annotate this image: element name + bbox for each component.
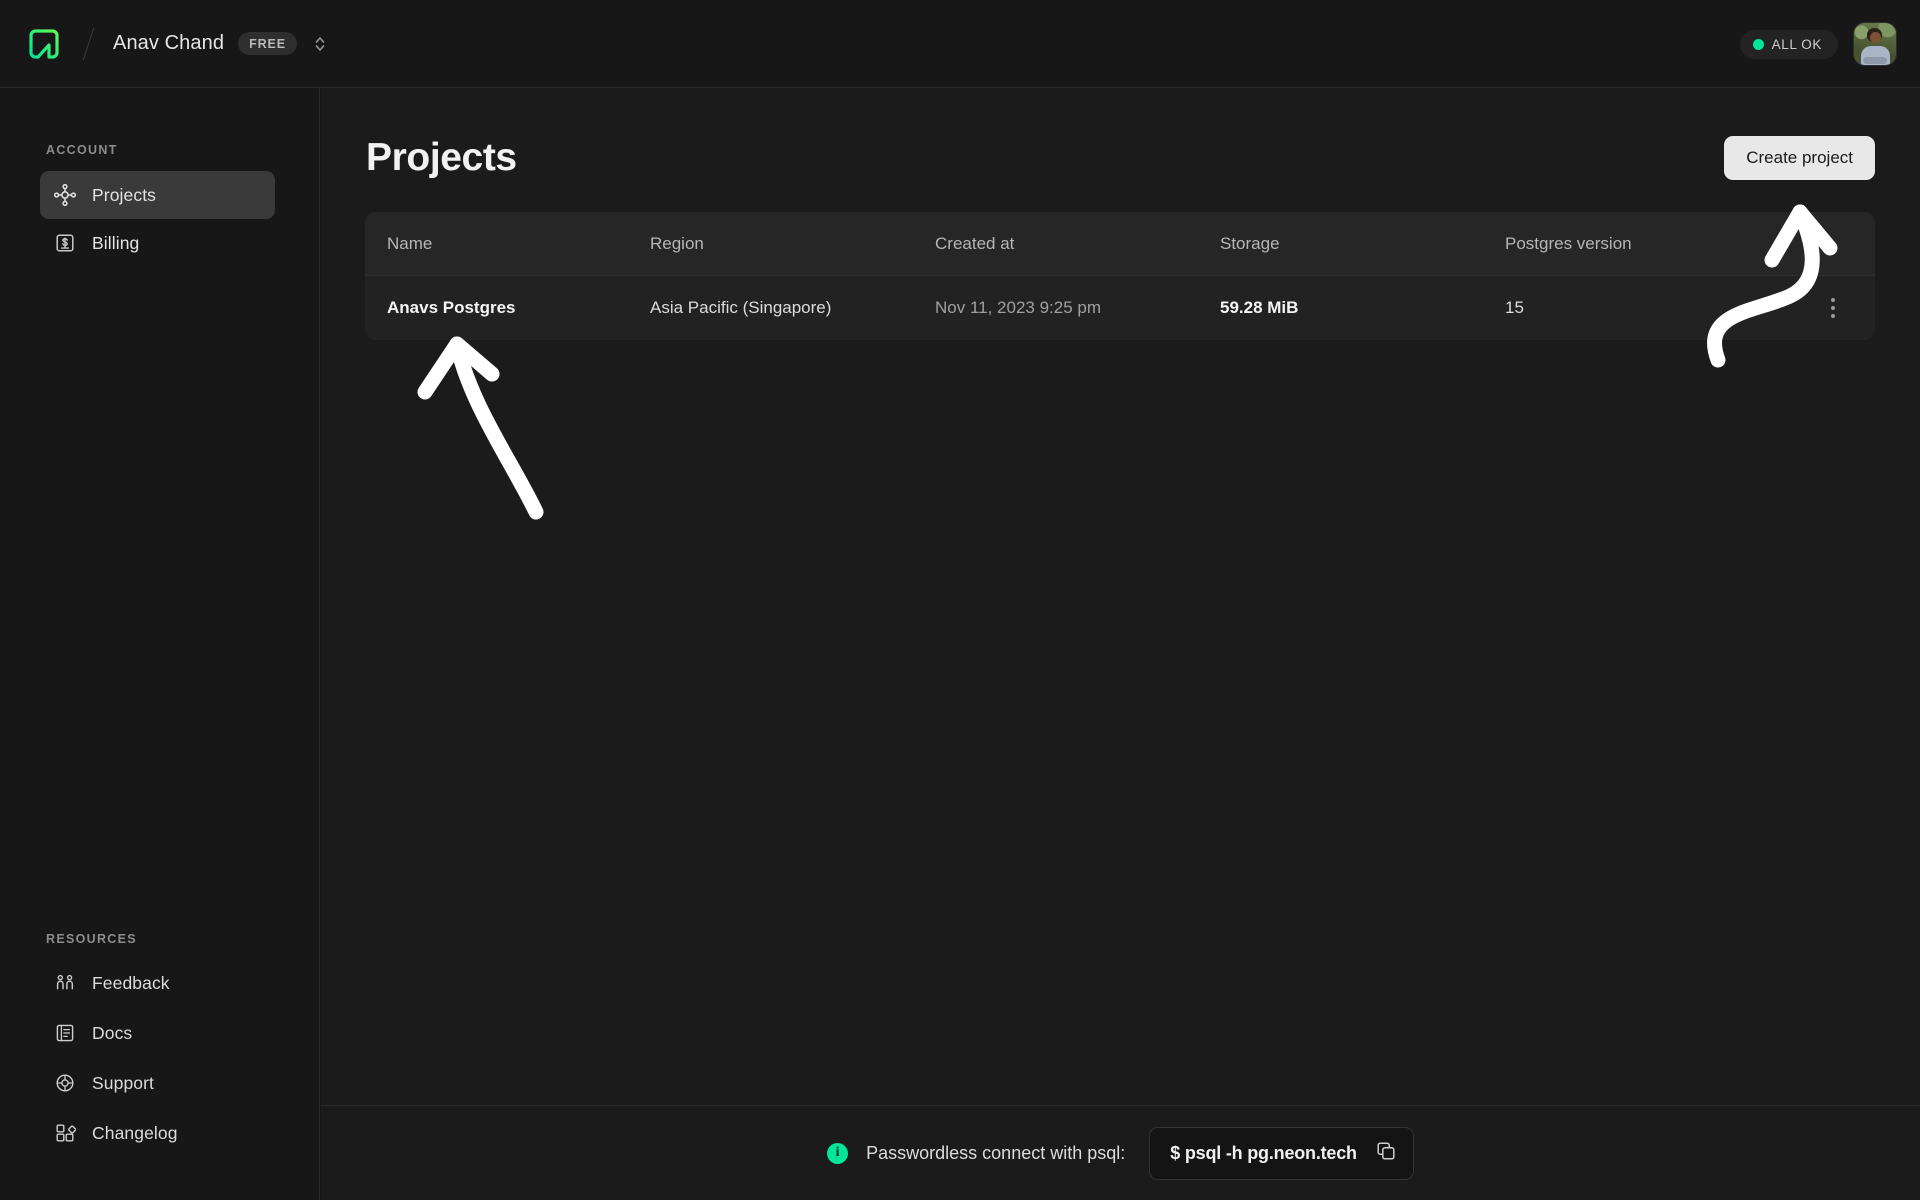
status-dot-icon <box>1753 39 1764 50</box>
psql-command-chip[interactable]: $ psql -h pg.neon.tech <box>1149 1127 1414 1180</box>
column-header-name[interactable]: Name <box>365 234 650 254</box>
projects-table: Name Region Created at Storage Postgres … <box>365 212 1875 340</box>
sidebar-account-label: ACCOUNT <box>0 143 319 157</box>
logo-wrap <box>0 24 88 64</box>
sidebar-item-label: Feedback <box>92 973 170 994</box>
footer-bar: i Passwordless connect with psql: $ psql… <box>321 1105 1920 1200</box>
top-bar: Anav Chand FREE ALL OK <box>0 0 1920 88</box>
plan-badge: FREE <box>238 32 297 55</box>
table-row[interactable]: Anavs Postgres Asia Pacific (Singapore) … <box>365 276 1875 340</box>
sidebar-item-billing[interactable]: Billing <box>40 219 275 267</box>
sidebar-item-changelog[interactable]: Changelog <box>40 1108 275 1158</box>
sidebar-resources-list: Feedback Docs <box>0 958 319 1158</box>
sidebar-item-label: Projects <box>92 185 156 206</box>
info-icon: i <box>827 1143 848 1164</box>
sidebar-item-label: Docs <box>92 1023 132 1044</box>
sidebar-item-projects[interactable]: Projects <box>40 171 275 219</box>
psql-command-text: $ psql -h pg.neon.tech <box>1170 1143 1357 1164</box>
cell-postgres-version: 15 <box>1505 298 1790 318</box>
column-header-region[interactable]: Region <box>650 234 935 254</box>
page-header: Projects Create project <box>366 128 1875 188</box>
org-switcher[interactable]: Anav Chand FREE <box>113 31 329 57</box>
neon-logo-icon[interactable] <box>24 24 64 64</box>
org-name: Anav Chand <box>113 32 224 55</box>
sidebar-resources-section: RESOURCES Feedback <box>0 932 319 1158</box>
sidebar-item-feedback[interactable]: Feedback <box>40 958 275 1008</box>
page-title: Projects <box>366 136 517 180</box>
status-label: ALL OK <box>1772 37 1822 52</box>
sidebar-item-label: Changelog <box>92 1123 178 1144</box>
status-badge[interactable]: ALL OK <box>1740 30 1838 59</box>
create-project-button[interactable]: Create project <box>1724 136 1875 180</box>
copy-icon[interactable] <box>1375 1140 1397 1167</box>
row-actions <box>1790 290 1875 326</box>
column-header-version[interactable]: Postgres version <box>1505 234 1790 254</box>
sidebar-item-support[interactable]: Support <box>40 1058 275 1108</box>
cell-storage: 59.28 MiB <box>1220 298 1505 318</box>
kebab-menu-icon[interactable] <box>1823 290 1843 326</box>
sidebar-account-section: ACCOUNT Projects <box>0 143 319 267</box>
cell-created-at: Nov 11, 2023 9:25 pm <box>935 298 1220 318</box>
chevron-up-down-icon[interactable] <box>311 31 329 57</box>
changelog-grid-icon <box>54 1122 76 1144</box>
table-header-row: Name Region Created at Storage Postgres … <box>365 212 1875 276</box>
avatar[interactable] <box>1854 23 1896 65</box>
projects-node-icon <box>54 184 76 206</box>
sidebar-account-list: Projects Billing <box>0 171 319 267</box>
cell-project-name[interactable]: Anavs Postgres <box>365 298 650 318</box>
support-lifebuoy-icon <box>54 1072 76 1094</box>
sidebar-item-label: Support <box>92 1073 154 1094</box>
footer-label: Passwordless connect with psql: <box>866 1143 1125 1164</box>
sidebar-item-docs[interactable]: Docs <box>40 1008 275 1058</box>
column-header-storage[interactable]: Storage <box>1220 234 1505 254</box>
cell-region: Asia Pacific (Singapore) <box>650 298 935 318</box>
sidebar: ACCOUNT Projects <box>0 88 320 1200</box>
column-header-created[interactable]: Created at <box>935 234 1220 254</box>
feedback-people-icon <box>54 972 76 994</box>
billing-dollar-icon <box>54 232 76 254</box>
docs-document-icon <box>54 1022 76 1044</box>
top-bar-right: ALL OK <box>1740 0 1896 88</box>
sidebar-item-label: Billing <box>92 233 139 254</box>
sidebar-resources-label: RESOURCES <box>0 932 319 946</box>
